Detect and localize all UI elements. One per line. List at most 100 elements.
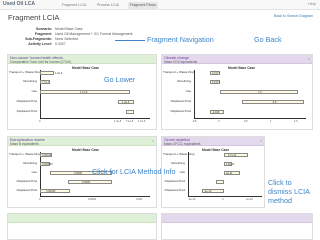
activity-row: Activity Level: 0.0007 xyxy=(8,42,143,47)
panel-header[interactable]: Non-cancer human health effects Comparat… xyxy=(8,55,156,64)
annotation-fragment-navigation: Fragment Navigation xyxy=(147,35,214,44)
chart-title: Model Base Case xyxy=(202,148,230,152)
bar-value-label: 0.0177 xyxy=(212,80,220,84)
x-axis xyxy=(40,196,150,197)
x-tick: 0.5 xyxy=(244,120,248,123)
category-label: Rerefining xyxy=(177,79,191,83)
panel-header[interactable]: Climate change Mass CO2 equivalents × xyxy=(162,55,312,64)
annotation-click-to-dismiss-3: method xyxy=(268,196,292,205)
annotation-go-back: Go Back xyxy=(254,35,282,44)
help-link[interactable]: Help xyxy=(308,2,316,6)
x-tick: 7.1e-5 xyxy=(126,120,134,123)
lcia-panel-climate: Climate change Mass CO2 equivalents × Mo… xyxy=(161,54,313,130)
x-tick: 1.5 xyxy=(294,120,298,123)
annotation-click-for-info: Click for LCIA Method Info xyxy=(92,167,176,176)
bar-value-label: 1.8e-11 xyxy=(226,162,235,166)
lcia-panel-noncancer: Non-cancer human health effects Comparat… xyxy=(7,54,157,130)
category-label: Displaced Prod xyxy=(164,179,185,183)
category-label: Transport + Waste Disp xyxy=(9,70,41,74)
category-label: Rerefining xyxy=(23,161,37,165)
x-tick: 1.4e-5 xyxy=(114,120,122,123)
annotation-go-lower: Go Lower xyxy=(104,75,136,84)
annotation-arrow-navigation xyxy=(115,40,145,41)
x-tick: 0 xyxy=(218,120,220,123)
bar-value-label: 1.3e-6 xyxy=(122,100,130,104)
category-label: Rerefining xyxy=(23,79,37,83)
category-label: Displaced Prod xyxy=(170,109,191,113)
category-label: Transport + Waste Disp xyxy=(163,152,195,156)
lcia-panel-ozone: Ozone depletion Mass CFC11 equivalents ×… xyxy=(161,136,265,208)
category-label: Transport + Waste Disp xyxy=(163,70,195,74)
bar-value-label: 1.3e-6 xyxy=(55,71,63,75)
bar-value-label: 7.7e-7 xyxy=(42,80,50,84)
chart-title: Model Base Case xyxy=(228,66,256,70)
back-to-search-link[interactable]: Back to Search Diagram xyxy=(274,14,313,18)
category-label: Use xyxy=(31,170,37,174)
close-icon[interactable]: × xyxy=(308,56,310,61)
category-label: Displaced Prod xyxy=(164,188,185,192)
x-tick: 0 xyxy=(222,198,224,201)
x-tick: 0.001 xyxy=(136,198,143,201)
x-tick: 1e-10 xyxy=(246,198,253,201)
x-tick: 1 xyxy=(270,120,272,123)
tab-fragment-flows[interactable]: Fragment Flows xyxy=(128,2,158,10)
activity-value: 0.0007 xyxy=(55,42,66,46)
top-navbar: Used Oil LCA Fragment LCIA Process LCIA … xyxy=(0,0,320,10)
panel-header[interactable] xyxy=(162,214,312,223)
x-tick: 0 xyxy=(39,120,41,123)
x-tick: 0 xyxy=(39,198,41,201)
bar-value-label: 0.00025 xyxy=(46,189,56,193)
bar-value-label: -0.046 xyxy=(212,110,220,114)
x-tick: -1e-10 xyxy=(188,198,196,201)
category-label: Displaced Prod xyxy=(16,188,37,192)
x-axis xyxy=(194,118,306,119)
x-tick: -0.5 xyxy=(192,120,197,123)
x-tick: 1.7e-5 xyxy=(138,120,146,123)
close-icon[interactable]: × xyxy=(152,138,154,143)
category-label: Use xyxy=(31,89,37,93)
bar-value-label: 0.0005 xyxy=(82,180,90,184)
tab-fragment-lcia[interactable]: Fragment LCIA xyxy=(60,2,88,10)
x-axis xyxy=(188,196,262,197)
y-axis xyxy=(194,70,195,118)
bar-value-label: -4.5 xyxy=(272,100,277,104)
category-label: Displaced Prod xyxy=(16,99,37,103)
chart-title: Model Base Case xyxy=(72,148,100,152)
panel-header[interactable]: Ozone depletion Mass CFC11 equivalents × xyxy=(162,137,264,146)
lcia-panel-partial-left xyxy=(7,213,157,240)
category-label: Displaced Prod xyxy=(16,109,37,113)
tab-process-lcia[interactable]: Process LCIA xyxy=(95,2,121,10)
category-label: Displaced Prod xyxy=(16,179,37,183)
y-axis xyxy=(40,70,41,118)
panel-subtitle: Mass CFC11 equivalents xyxy=(164,141,201,146)
x-axis xyxy=(40,118,150,119)
close-icon[interactable]: × xyxy=(260,138,262,143)
bar[interactable] xyxy=(40,71,54,75)
category-label: Use xyxy=(185,89,191,93)
bar-value-label: 6.7e-11 xyxy=(228,153,237,157)
bar-value-label: 1.7e-5 xyxy=(80,90,88,94)
page-title: Fragment LCIA xyxy=(8,13,60,22)
bar-value-label: 7.2 xyxy=(258,90,262,94)
panel-header[interactable]: Eutrophication marine Mass N equivalents… xyxy=(8,137,156,146)
panel-subtitle: Mass N equivalents xyxy=(10,141,39,146)
bar-value-label: 0.0177 xyxy=(212,71,220,75)
panel-header[interactable] xyxy=(8,214,156,223)
bar[interactable] xyxy=(68,180,112,184)
app-brand[interactable]: Used Oil LCA xyxy=(3,1,35,7)
lcia-panel-partial-right xyxy=(161,213,313,240)
bar[interactable] xyxy=(216,180,224,184)
bar-value-label: 4e-11 xyxy=(226,171,233,175)
bar-value-label: 0.00014 xyxy=(42,153,52,157)
y-axis xyxy=(188,152,189,196)
bar-value-label: 0.0006 xyxy=(74,171,82,175)
panel-subtitle: Mass CO2 equivalents xyxy=(164,59,198,64)
panel-subtitle: Comparative Toxic Unit for human (CTUh) xyxy=(10,59,72,64)
bar-value-label: -1e-10 xyxy=(204,189,212,193)
category-label: Displaced Prod xyxy=(170,99,191,103)
activity-key: Activity Level: xyxy=(28,42,52,46)
bar[interactable] xyxy=(126,110,134,114)
chart-title: Model Base Case xyxy=(72,66,100,70)
x-tick: 0.0005 xyxy=(88,198,96,201)
category-label: Transport + Waste Disp xyxy=(9,152,41,156)
